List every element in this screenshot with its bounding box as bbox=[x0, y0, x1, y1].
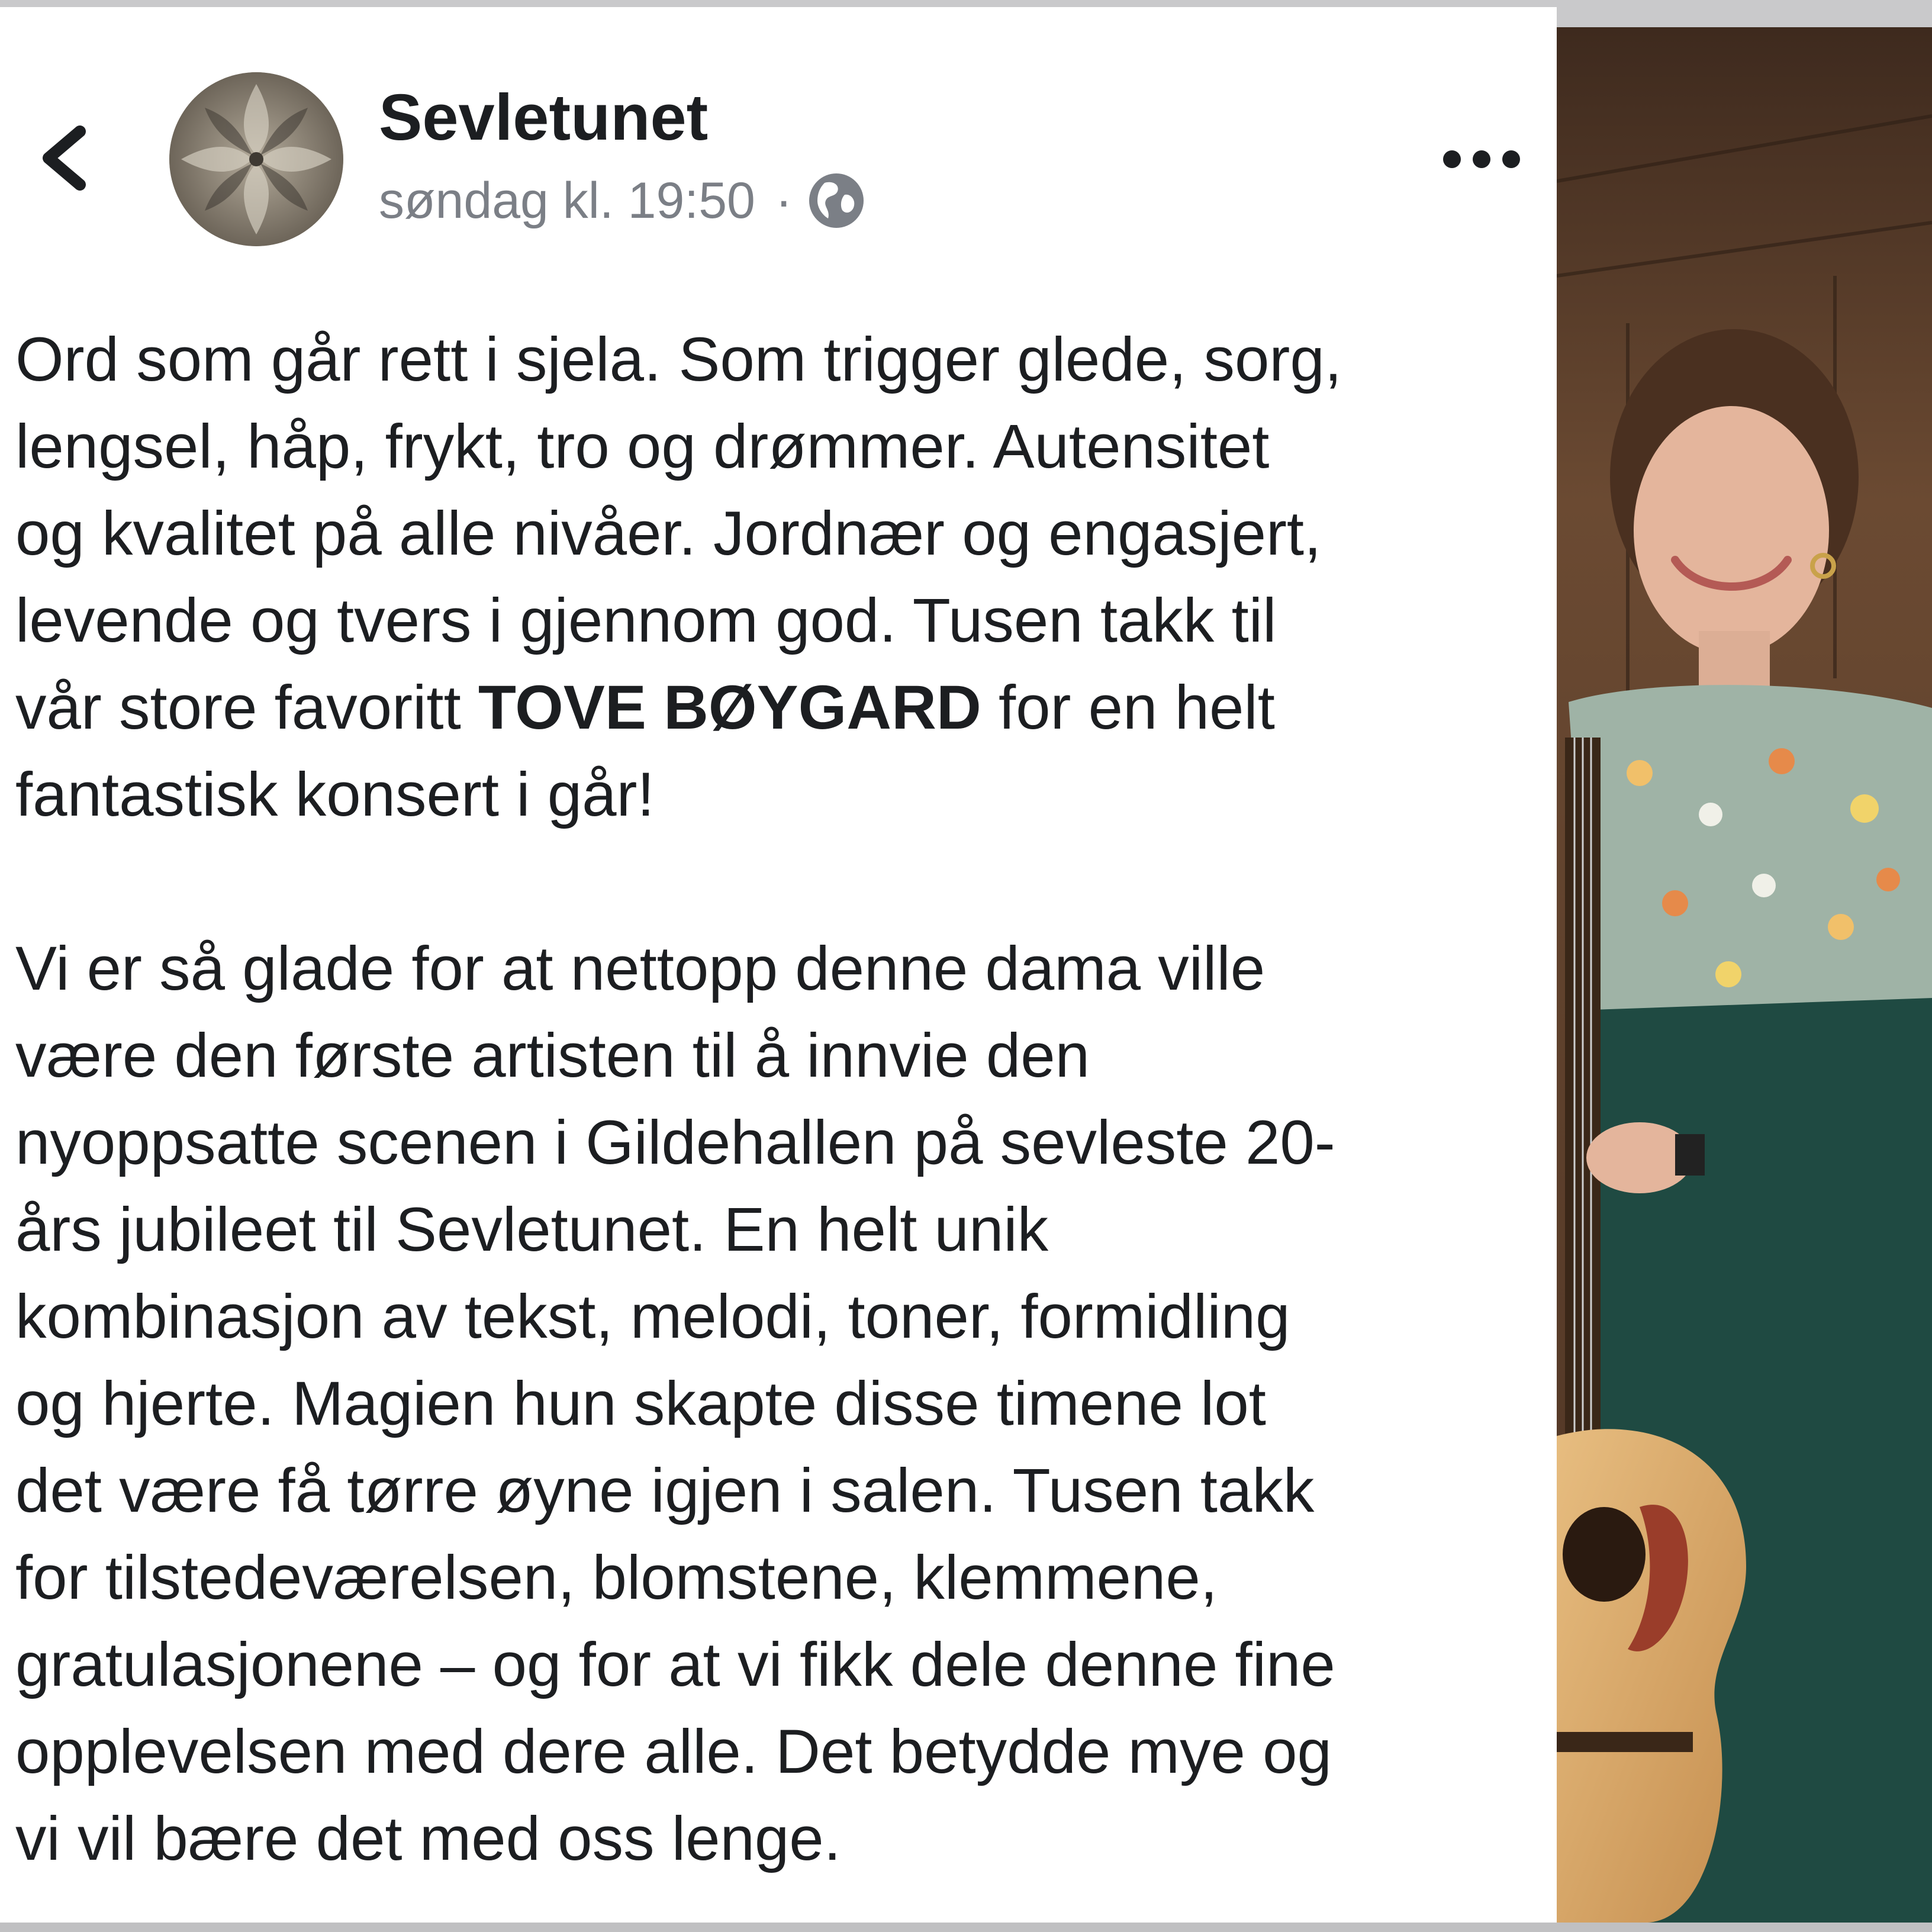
bottom-edge bbox=[0, 1923, 1932, 1932]
text-segment: for en helt bbox=[981, 673, 1275, 742]
post-timestamp[interactable]: søndag kl. 19:50 bbox=[379, 168, 755, 233]
carved-rosette-avatar bbox=[169, 72, 343, 246]
back-button[interactable] bbox=[30, 114, 101, 202]
text-line: Ord som går rett i sjela. Som trigger gl… bbox=[15, 325, 1342, 394]
text-line: fantastisk konsert i går! bbox=[15, 760, 655, 829]
post-photo[interactable] bbox=[1557, 27, 1932, 1923]
post-text: Ord som går rett i sjela. Som trigger gl… bbox=[15, 316, 1554, 1882]
soundhole bbox=[1563, 1507, 1646, 1602]
text-line: for tilstedeværelsen, blomstene, klemmen… bbox=[15, 1543, 1218, 1612]
text-line: opplevelsen med dere alle. Det betydde m… bbox=[15, 1717, 1332, 1786]
photo-illustration bbox=[1557, 27, 1932, 1923]
more-horizontal-icon bbox=[1443, 150, 1520, 168]
text-line: Vi er så glade for at nettopp denne dama… bbox=[15, 934, 1266, 1003]
text-line: lengsel, håp, frykt, tro og drømmer. Aut… bbox=[15, 412, 1270, 481]
text-line: levende og tvers i gjennom god. Tusen ta… bbox=[15, 586, 1277, 655]
text-line: års jubileet til Sevletunet. En helt uni… bbox=[15, 1195, 1049, 1264]
blouse bbox=[1569, 685, 1932, 1045]
text-line: det være få tørre øyne igjen i salen. Tu… bbox=[15, 1456, 1315, 1525]
globe-icon bbox=[809, 173, 864, 228]
text-line: vår store favoritt TOVE BØYGARD for en h… bbox=[15, 664, 1554, 751]
text-line: nyoppsatte scenen i Gildehallen på sevle… bbox=[15, 1108, 1335, 1177]
text-line: være den første artisten til å innvie de… bbox=[15, 1021, 1090, 1090]
post-meta: søndag kl. 19:50 · bbox=[379, 168, 866, 233]
more-options-button[interactable] bbox=[1437, 139, 1526, 180]
post-card: Sevletunet søndag kl. 19:50 · Ord som gå… bbox=[0, 7, 1557, 1923]
text-segment: vår store favoritt bbox=[15, 673, 478, 742]
face bbox=[1634, 406, 1829, 655]
text-line: gratulasjonene – og for at vi fikk dele … bbox=[15, 1630, 1335, 1699]
avatar[interactable] bbox=[169, 72, 343, 246]
text-line: og hjerte. Magien hun skapte disse timen… bbox=[15, 1369, 1266, 1438]
text-line: vi vil bære det med oss lenge. bbox=[15, 1804, 841, 1873]
meta-separator: · bbox=[775, 172, 793, 229]
page-name[interactable]: Sevletunet bbox=[379, 79, 708, 156]
artist-name: TOVE BØYGARD bbox=[478, 673, 981, 742]
text-line: og kvalitet på alle nivåer. Jordnær og e… bbox=[15, 499, 1322, 568]
text-line: kombinasjon av tekst, melodi, toner, for… bbox=[15, 1282, 1290, 1351]
chevron-left-icon bbox=[43, 125, 86, 191]
